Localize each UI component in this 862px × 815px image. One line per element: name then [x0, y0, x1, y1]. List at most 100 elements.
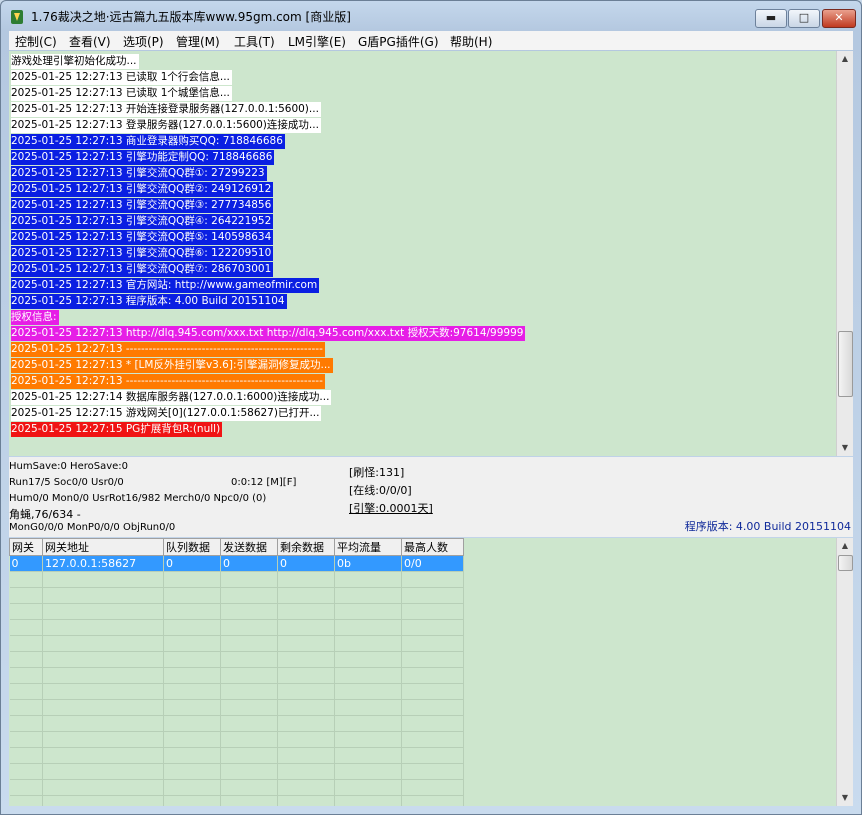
empty-cell — [42, 747, 164, 764]
cell-gate: 0 — [9, 555, 43, 572]
close-button[interactable]: ✕ — [822, 9, 856, 28]
log-line: 2025-01-25 12:27:13 引擎交流QQ群②: 249126912 — [11, 182, 274, 197]
scroll-up-icon[interactable]: ▲ — [838, 52, 852, 66]
empty-cell — [9, 571, 43, 588]
empty-row — [9, 731, 464, 748]
scroll-thumb[interactable] — [838, 331, 853, 397]
empty-cell — [163, 619, 221, 636]
empty-row — [9, 619, 464, 636]
empty-cell — [220, 635, 278, 652]
refresh-monster-label: [刷怪:131] — [349, 466, 405, 479]
log-line: 2025-01-25 12:27:13 --------------------… — [11, 374, 325, 389]
empty-row — [9, 587, 464, 604]
empty-cell — [277, 795, 335, 806]
col-remaining-data[interactable]: 剩余数据 — [277, 538, 335, 556]
log-line: 2025-01-25 12:27:13 引擎交流QQ群③: 277734856 — [11, 198, 274, 213]
empty-cell — [334, 635, 402, 652]
empty-cell — [42, 651, 164, 668]
empty-cell — [334, 699, 402, 716]
title-bar[interactable]: 1.76裁决之地·远古篇九五版本库www.95gm.com [商业版] ▬ □ … — [1, 1, 861, 31]
empty-cell — [220, 795, 278, 806]
maximize-button[interactable]: □ — [788, 9, 820, 28]
log-line: 2025-01-25 12:27:14 数据库服务器(127.0.0.1:600… — [11, 390, 332, 405]
menu-options[interactable]: 选项(P) — [123, 33, 164, 50]
log-line: 2025-01-25 12:27:13 开始连接登录服务器(127.0.0.1:… — [11, 102, 321, 117]
empty-row — [9, 651, 464, 668]
empty-cell — [277, 635, 335, 652]
empty-cell — [163, 571, 221, 588]
cell-max-users: 0/0 — [401, 555, 464, 572]
scroll-down-icon[interactable]: ▼ — [838, 791, 852, 805]
empty-cell — [9, 747, 43, 764]
empty-cell — [220, 571, 278, 588]
log-line: 2025-01-25 12:27:13 引擎交流QQ群④: 264221952 — [11, 214, 274, 229]
empty-cell — [401, 731, 464, 748]
log-line: 2025-01-25 12:27:13 商业登录器购买QQ: 718846686 — [11, 134, 285, 149]
empty-cell — [334, 731, 402, 748]
cell-avg-traffic: 0b — [334, 555, 402, 572]
log-line: 游戏处理引擎初始化成功... — [11, 54, 139, 69]
col-max-users[interactable]: 最高人数 — [401, 538, 464, 556]
empty-cell — [334, 747, 402, 764]
empty-cell — [163, 795, 221, 806]
menu-control[interactable]: 控制(C) — [15, 33, 57, 50]
log-line: 2025-01-25 12:27:13 已读取 1个城堡信息... — [11, 86, 232, 101]
empty-cell — [334, 683, 402, 700]
empty-row — [9, 699, 464, 716]
log-scrollbar[interactable]: ▲ ▼ — [836, 51, 853, 456]
empty-cell — [42, 587, 164, 604]
log-line: 2025-01-25 12:27:13 引擎交流QQ群⑤: 140598634 — [11, 230, 274, 245]
empty-cell — [9, 779, 43, 796]
cell-remaining-data: 0 — [277, 555, 335, 572]
app-icon — [11, 10, 23, 24]
menu-g-shield-plugin[interactable]: G盾PG插件(G) — [358, 33, 439, 50]
empty-cell — [42, 603, 164, 620]
empty-cell — [277, 779, 335, 796]
cell-gate-address: 127.0.0.1:58627 — [42, 555, 164, 572]
menu-lm-engine[interactable]: LM引擎(E) — [288, 33, 346, 50]
table-row[interactable]: 0 127.0.0.1:58627 0 0 0 0b 0/0 — [9, 555, 464, 572]
empty-cell — [9, 651, 43, 668]
log-line: 授权信息: — [11, 310, 59, 325]
empty-cell — [42, 731, 164, 748]
menu-help[interactable]: 帮助(H) — [450, 33, 492, 50]
scroll-up-icon[interactable]: ▲ — [838, 539, 852, 553]
col-send-data[interactable]: 发送数据 — [220, 538, 278, 556]
empty-cell — [42, 667, 164, 684]
empty-cell — [9, 699, 43, 716]
empty-cell — [334, 619, 402, 636]
empty-cell — [9, 635, 43, 652]
scroll-thumb[interactable] — [838, 555, 853, 571]
menu-tools[interactable]: 工具(T) — [234, 33, 275, 50]
empty-cell — [42, 571, 164, 588]
col-gate[interactable]: 网关 — [9, 538, 43, 556]
menu-view[interactable]: 查看(V) — [69, 33, 111, 50]
col-avg-traffic[interactable]: 平均流量 — [334, 538, 402, 556]
menu-manage[interactable]: 管理(M) — [176, 33, 220, 50]
empty-cell — [401, 715, 464, 732]
empty-row — [9, 715, 464, 732]
empty-cell — [401, 699, 464, 716]
empty-row — [9, 779, 464, 796]
status-mongen: MonG0/0/0 MonP0/0/0 ObjRun0/0 — [9, 522, 176, 533]
engine-days-label[interactable]: [引擎:0.0001天] — [349, 500, 433, 516]
empty-cell — [334, 715, 402, 732]
minimize-button[interactable]: ▬ — [755, 9, 787, 28]
empty-cell — [277, 619, 335, 636]
empty-cell — [334, 795, 402, 806]
col-gate-address[interactable]: 网关地址 — [42, 538, 164, 556]
empty-cell — [334, 587, 402, 604]
empty-cell — [401, 635, 464, 652]
empty-cell — [220, 763, 278, 780]
log-line: 2025-01-25 12:27:13 http://dlq.945.com/x… — [11, 326, 526, 341]
col-queue-data[interactable]: 队列数据 — [163, 538, 221, 556]
scroll-down-icon[interactable]: ▼ — [838, 441, 852, 455]
table-scrollbar[interactable]: ▲ ▼ — [836, 538, 853, 806]
empty-cell — [220, 587, 278, 604]
empty-cell — [277, 683, 335, 700]
main-window: 1.76裁决之地·远古篇九五版本库www.95gm.com [商业版] ▬ □ … — [0, 0, 862, 815]
empty-cell — [163, 779, 221, 796]
log-panel[interactable]: 游戏处理引擎初始化成功... 2025-01-25 12:27:13 已读取 1个… — [9, 51, 836, 456]
empty-cell — [334, 779, 402, 796]
log-line: 2025-01-25 12:27:13 程序版本: 4.00 Build 201… — [11, 294, 287, 309]
